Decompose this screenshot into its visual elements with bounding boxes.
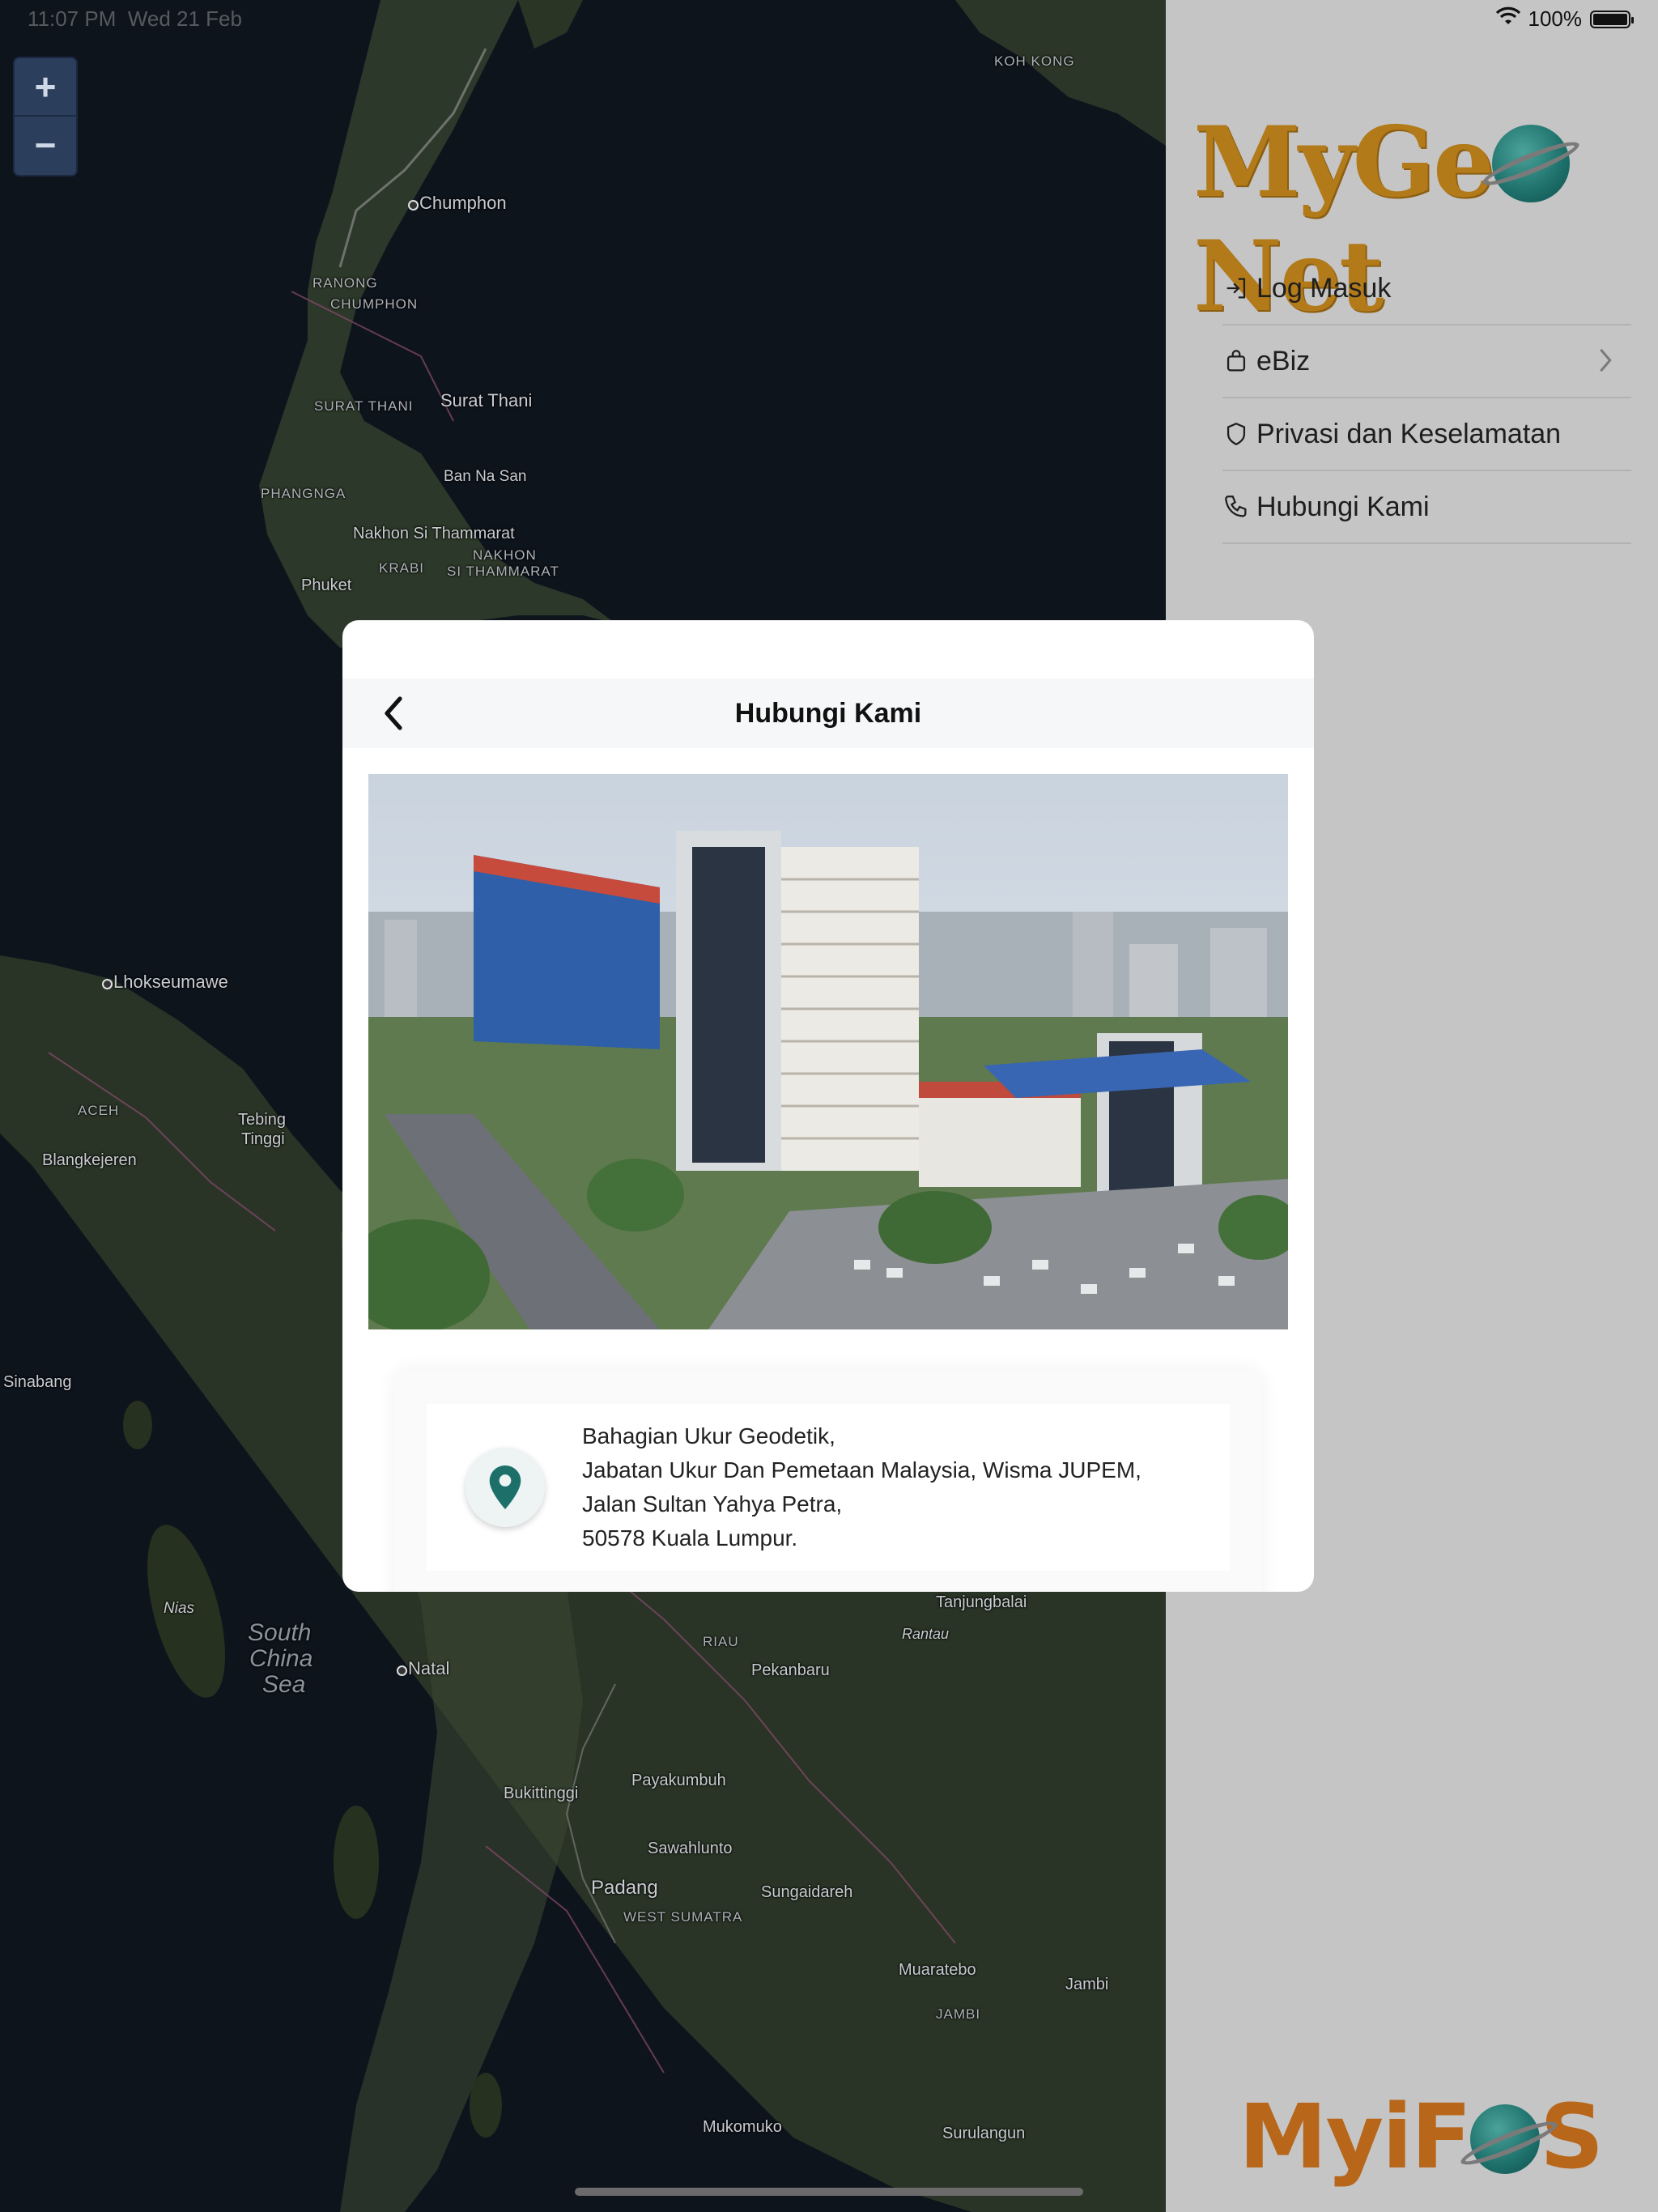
sidebar-item-privasi[interactable]: Privasi dan Keselamatan xyxy=(1222,398,1631,471)
map-label-nakhon-si-thammarat: Nakhon Si Thammarat xyxy=(353,525,515,542)
status-date: Wed 21 Feb xyxy=(127,6,242,31)
map-label-tanjungbalai: Tanjungbalai xyxy=(936,1593,1027,1611)
map-label-tebing: Tebing xyxy=(238,1111,286,1129)
logo-text-part2: S xyxy=(1540,2085,1604,2189)
sidebar-item-hubungi-kami[interactable]: Hubungi Kami xyxy=(1222,471,1631,544)
map-label-rantau: Rantau xyxy=(902,1626,950,1642)
map-label-krabi: KRABI xyxy=(379,560,425,576)
map-label-muaratebo: Muaratebo xyxy=(899,1961,976,1979)
map-label-jambi: Jambi xyxy=(1065,1976,1109,1993)
map-label-sinabang: Sinabang xyxy=(3,1373,72,1391)
map-label-jambi-province: JAMBI xyxy=(936,2006,981,2022)
home-indicator[interactable] xyxy=(575,2188,1083,2196)
map-label-phuket: Phuket xyxy=(301,576,352,594)
sidebar-item-label: eBiz xyxy=(1256,345,1311,376)
map-label-west-sumatra: WEST SUMATRA xyxy=(623,1909,743,1925)
shield-icon xyxy=(1222,420,1250,448)
map-label-bukittinggi: Bukittinggi xyxy=(504,1784,579,1802)
map-label-surulangun: Surulangun xyxy=(942,2125,1026,2142)
map-label-phangnga: PHANGNGA xyxy=(261,486,346,501)
modal-header: Hubungi Kami xyxy=(342,678,1314,748)
building-photo xyxy=(368,774,1288,1329)
status-indicators: 100% xyxy=(1495,6,1634,32)
map-label-chumphon-province: CHUMPHON xyxy=(330,296,419,312)
map-label-ban-na-san: Ban Na San xyxy=(444,468,527,485)
logo-text-part1: MyiF xyxy=(1239,2085,1472,2189)
map-label-chumphon: Chumphon xyxy=(408,193,507,213)
address-line: 50578 Kuala Lumpur. xyxy=(582,1525,798,1551)
map-label-aceh: ACEH xyxy=(78,1103,120,1118)
myifos-logo: MyiF S xyxy=(1239,2085,1604,2189)
address-card: Bahagian Ukur Geodetik, Jabatan Ukur Dan… xyxy=(394,1370,1262,1592)
location-pin-icon xyxy=(466,1448,545,1527)
logo-text-part1: MyGe xyxy=(1193,105,1494,219)
phone-icon xyxy=(1222,493,1250,521)
address-line: Bahagian Ukur Geodetik, xyxy=(582,1423,835,1448)
map-label-payakumbuh: Payakumbuh xyxy=(631,1772,726,1789)
address-line: Jabatan Ukur Dan Pemetaan Malaysia, Wism… xyxy=(582,1457,1141,1482)
login-icon xyxy=(1222,274,1250,302)
shopping-bag-icon xyxy=(1222,347,1250,375)
map-label-surat-thani-province: SURAT THANI xyxy=(314,398,414,414)
sidebar-item-label: Privasi dan Keselamatan xyxy=(1256,418,1562,449)
map-label-pekanbaru: Pekanbaru xyxy=(751,1661,830,1679)
chevron-right-icon xyxy=(1597,347,1613,381)
map-label-si-thammarat-province: SI THAMMARAT xyxy=(447,564,559,579)
map-label-koh-kong: KOH KONG xyxy=(994,53,1075,69)
map-label-nias: Nias xyxy=(164,1600,195,1617)
sidebar-item-label: Log Masuk xyxy=(1256,272,1392,304)
map-label-china: China xyxy=(249,1645,313,1672)
map-label-natal: Natal xyxy=(396,1658,450,1678)
map-label-blangkejeren: Blangkejeren xyxy=(42,1151,137,1169)
map-label-mukomuko: Mukomuko xyxy=(703,2118,782,2136)
map-label-nakhon-province: NAKHON xyxy=(473,547,537,563)
map-label-sungaidareh: Sungaidareh xyxy=(761,1883,853,1901)
map-label-padang: Padang xyxy=(591,1877,658,1899)
sidebar-item-ebiz[interactable]: eBiz xyxy=(1222,325,1631,398)
map-label-ranong: RANONG xyxy=(312,275,378,291)
battery-icon xyxy=(1590,10,1634,28)
map-label-riau: RIAU xyxy=(703,1634,739,1649)
map-label-lhokseumawe: Lhokseumawe xyxy=(102,972,228,992)
address-row[interactable]: Bahagian Ukur Geodetik, Jabatan Ukur Dan… xyxy=(427,1404,1230,1571)
globe-icon xyxy=(1470,2104,1541,2174)
wifi-icon xyxy=(1495,6,1520,32)
sidebar-item-label: Hubungi Kami xyxy=(1256,491,1430,522)
sidebar-item-log-masuk[interactable]: Log Masuk xyxy=(1222,253,1631,325)
contact-modal: Hubungi Kami Bahagian Ukur Geodetik, Jab… xyxy=(342,620,1314,1592)
map-label-surat-thani: Surat Thani xyxy=(440,390,533,410)
map-label-south: South xyxy=(248,1619,312,1646)
zoom-control: + − xyxy=(13,57,78,177)
chevron-left-icon xyxy=(385,696,402,730)
address-line: Jalan Sultan Yahya Petra, xyxy=(582,1491,843,1516)
zoom-out-button[interactable]: − xyxy=(15,117,76,173)
status-clock: 11:07 PM xyxy=(28,6,117,31)
map-label-tinggi: Tinggi xyxy=(241,1130,285,1148)
page-title: Hubungi Kami xyxy=(734,697,922,729)
battery-percent: 100% xyxy=(1528,6,1583,31)
zoom-in-button[interactable]: + xyxy=(15,58,76,117)
map-label-sea: Sea xyxy=(262,1671,306,1698)
sidebar-menu: Log Masuk eBiz Privasi dan Keselamatan H… xyxy=(1222,253,1631,544)
status-time: 11:07 PM Wed 21 Feb xyxy=(28,6,242,32)
address-text: Bahagian Ukur Geodetik, Jabatan Ukur Dan… xyxy=(582,1419,1141,1555)
globe-icon xyxy=(1492,125,1571,202)
back-button[interactable] xyxy=(372,691,415,735)
map-label-sawahlunto: Sawahlunto xyxy=(648,1840,733,1857)
